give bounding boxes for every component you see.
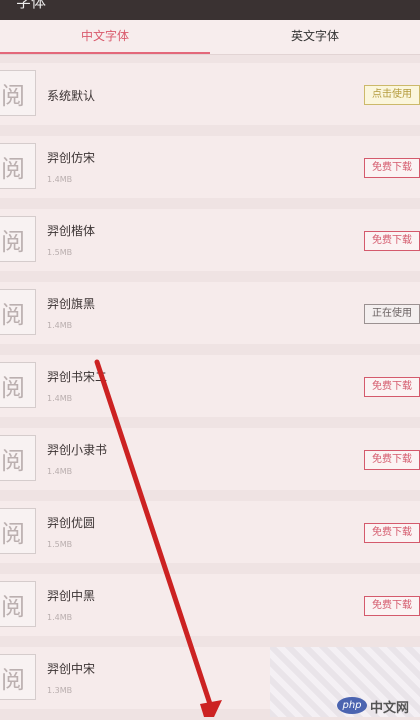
font-size-label: 1.3MB xyxy=(47,686,73,695)
font-size-label: 1.4MB xyxy=(47,613,73,622)
use-font-button[interactable]: 点击使用 xyxy=(364,85,420,105)
download-button[interactable]: 免费下载 xyxy=(364,523,420,543)
font-item[interactable]: 阅 羿创旗黑 1.4MB 正在使用 xyxy=(0,282,420,344)
title-bar: 字体 xyxy=(0,0,420,20)
download-button[interactable]: 免费下载 xyxy=(364,450,420,470)
font-item-system-default[interactable]: 阅 系统默认 点击使用 xyxy=(0,63,420,125)
font-preview-icon: 阅 xyxy=(0,216,36,262)
tab-bar: 中文字体 英文字体 xyxy=(0,20,420,55)
font-preview-icon: 阅 xyxy=(0,143,36,189)
in-use-button[interactable]: 正在使用 xyxy=(364,304,420,324)
font-name: 羿创楷体 xyxy=(47,224,96,238)
font-preview-icon: 阅 xyxy=(0,654,36,700)
font-item[interactable]: 阅 羿创中黑 1.4MB 免费下载 xyxy=(0,574,420,636)
font-size-label: 1.5MB xyxy=(47,248,73,257)
download-button[interactable]: 免费下载 xyxy=(364,158,420,178)
font-size-label: 1.4MB xyxy=(47,394,73,403)
font-item[interactable]: 阅 羿创仿宋 1.4MB 免费下载 xyxy=(0,136,420,198)
font-size-label: 1.4MB xyxy=(47,467,73,476)
font-name: 羿创中黑 xyxy=(47,589,96,603)
page-title: 字体 xyxy=(16,0,47,11)
font-preview-icon: 阅 xyxy=(0,508,36,554)
font-name: 羿创中宋 xyxy=(47,662,96,676)
download-button[interactable]: 免费下载 xyxy=(364,377,420,397)
font-preview-icon: 阅 xyxy=(0,435,36,481)
font-name: 羿创小隶书 xyxy=(47,443,108,457)
font-item[interactable]: 阅 羿创优圆 1.5MB 免费下载 xyxy=(0,501,420,563)
font-name: 羿创旗黑 xyxy=(47,297,96,311)
font-size-label: 1.4MB xyxy=(47,175,73,184)
font-name: 羿创仿宋 xyxy=(47,151,96,165)
font-size-label: 1.4MB xyxy=(47,321,73,330)
watermark-text: 中文网 xyxy=(370,701,410,716)
font-preview-icon: 阅 xyxy=(0,289,36,335)
font-item[interactable]: 阅 羿创书宋二 1.4MB 免费下载 xyxy=(0,355,420,417)
font-list: 阅 系统默认 点击使用 阅 羿创仿宋 1.4MB 免费下载 阅 羿创楷体 1.5… xyxy=(0,63,420,720)
tab-english-fonts[interactable]: 英文字体 xyxy=(210,20,420,54)
font-name: 系统默认 xyxy=(47,89,96,103)
download-button[interactable]: 免费下载 xyxy=(364,596,420,616)
php-logo-icon: php xyxy=(337,697,367,714)
font-item[interactable]: 阅 羿创楷体 1.5MB 免费下载 xyxy=(0,209,420,271)
font-preview-icon: 阅 xyxy=(0,581,36,627)
font-name: 羿创优圆 xyxy=(47,516,96,530)
tab-chinese-fonts[interactable]: 中文字体 xyxy=(0,20,210,54)
font-item[interactable]: 阅 羿创小隶书 1.4MB 免费下载 xyxy=(0,428,420,490)
download-button[interactable]: 免费下载 xyxy=(364,231,420,251)
font-size-label: 1.5MB xyxy=(47,540,73,549)
font-name: 羿创书宋二 xyxy=(47,370,108,384)
font-preview-icon: 阅 xyxy=(0,70,36,116)
font-preview-icon: 阅 xyxy=(0,362,36,408)
